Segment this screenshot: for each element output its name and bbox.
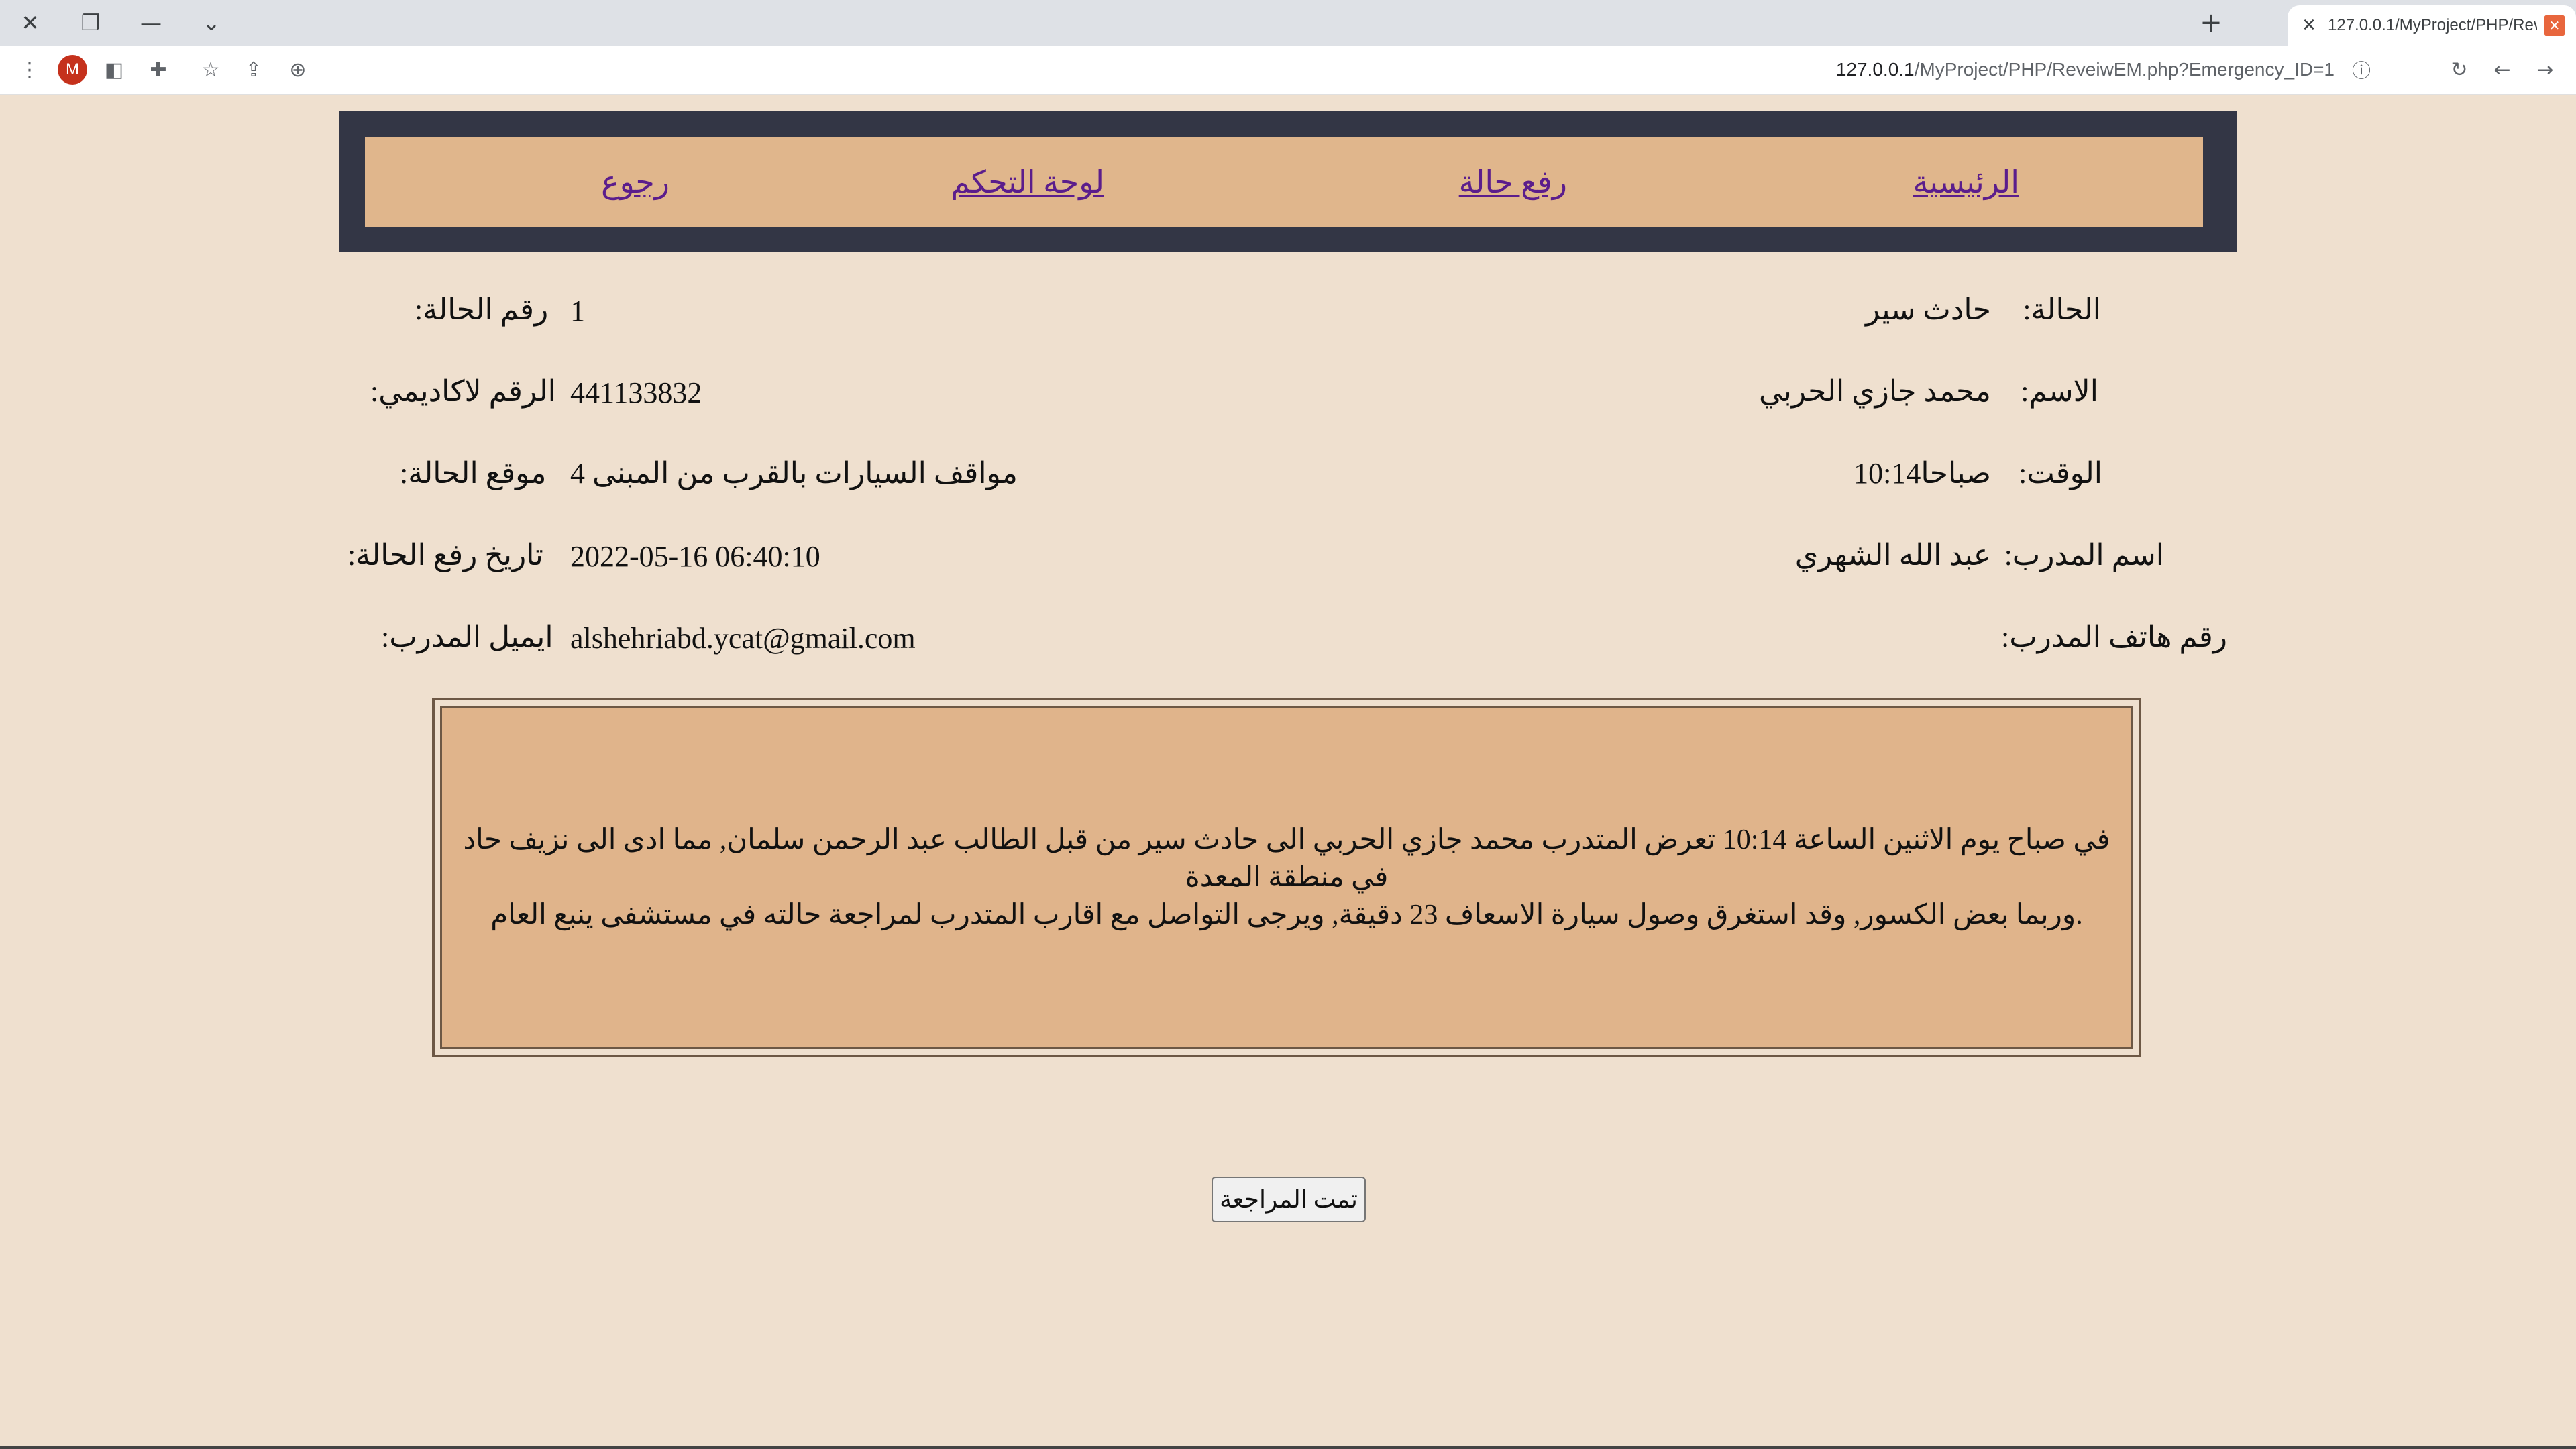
- trainer-email-label: :ايميل المدرب: [381, 621, 553, 653]
- case-number-value: 1: [570, 294, 585, 327]
- report-inner: في صباح يوم الاثنين الساعة 10:14 تعرض ال…: [440, 706, 2133, 1049]
- browser-tab[interactable]: ✕ 127.0.0.1/MyProject/PHP/ReveiwEM ✕: [2288, 5, 2576, 46]
- trainer-name-label: اسم المدرب:: [2004, 539, 2164, 572]
- bookmark-star-icon[interactable]: ☆: [195, 54, 227, 86]
- status-label: الحالة:: [2023, 293, 2101, 326]
- raised-date-value: 2022-05-16 06:40:10: [570, 540, 820, 573]
- reviewed-button[interactable]: تمت المراجعة: [1212, 1177, 1366, 1222]
- share-icon[interactable]: ⇪: [237, 54, 270, 86]
- academic-number-label: :الرقم لاكاديمي: [370, 375, 556, 408]
- window-restore-icon[interactable]: ❐: [60, 0, 121, 46]
- report-line-1: في صباح يوم الاثنين الساعة 10:14 تعرض ال…: [463, 824, 2110, 893]
- time-value: صباحا10:14: [1854, 457, 1991, 490]
- status-value: حادث سير: [1865, 293, 1991, 326]
- extensions-icon[interactable]: ✚: [142, 54, 174, 86]
- navbar-inner: الرئيسية رفع حالة لوحة التحكم رجوع: [365, 137, 2203, 227]
- trainer-name-value: عبد الله الشهري: [1794, 539, 1991, 572]
- case-number-label: :رقم الحالة: [415, 293, 549, 326]
- trainer-email-value: alshehriabd.ycat@gmail.com: [570, 622, 916, 655]
- browser-tabstrip: ✕ ❐ — ⌄ + ✕ 127.0.0.1/MyProject/PHP/Reve…: [0, 0, 2576, 46]
- tab-title: 127.0.0.1/MyProject/PHP/ReveiwEM: [2328, 16, 2537, 34]
- back-icon[interactable]: ←: [2486, 54, 2518, 86]
- nav-link-home[interactable]: الرئيسية: [1913, 164, 2019, 200]
- tab-favicon-icon: ✕: [2544, 15, 2565, 36]
- site-info-icon[interactable]: ⓘ: [2348, 56, 2375, 83]
- time-label: الوقت:: [2019, 457, 2102, 490]
- name-value: محمد جازي الحربي: [1758, 375, 1991, 408]
- location-value: مواقف السيارات بالقرب من المبنى 4: [570, 457, 1018, 490]
- navbar: الرئيسية رفع حالة لوحة التحكم رجوع: [339, 111, 2237, 252]
- tab-close-icon[interactable]: ✕: [2296, 15, 2322, 36]
- reload-icon[interactable]: ↻: [2443, 54, 2475, 86]
- report-text: في صباح يوم الاثنين الساعة 10:14 تعرض ال…: [442, 821, 2131, 934]
- zoom-icon[interactable]: ⊕: [282, 54, 314, 86]
- sidebar-icon[interactable]: ◧: [98, 54, 130, 86]
- report-line-2: .وربما بعض الكسور, وقد استغرق وصول سيارة…: [490, 900, 2083, 930]
- tab-search-chevron-icon[interactable]: ⌄: [181, 0, 241, 46]
- nav-link-raise-case[interactable]: رفع حالة: [1459, 164, 1567, 200]
- address-url[interactable]: 127.0.0.1/MyProject/PHP/ReveiwEM.php?Eme…: [1836, 59, 2334, 80]
- url-path: /MyProject/PHP/ReveiwEM.php?Emergency_ID…: [1914, 59, 2334, 80]
- url-host: 127.0.0.1: [1835, 59, 1915, 80]
- forward-icon[interactable]: →: [2529, 54, 2561, 86]
- raised-date-label: :تاريخ رفع الحالة: [347, 539, 543, 572]
- browser-menu-icon[interactable]: ⋮: [13, 54, 46, 86]
- bottom-border: [0, 1446, 2576, 1449]
- profile-avatar[interactable]: M: [58, 55, 87, 85]
- address-bar[interactable]: 127.0.0.1/MyProject/PHP/ReveiwEM.php?Eme…: [322, 52, 2402, 87]
- location-label: :موقع الحالة: [400, 457, 547, 490]
- window-close-icon[interactable]: ✕: [0, 0, 60, 46]
- new-tab-button[interactable]: +: [2184, 0, 2238, 46]
- nav-link-dashboard[interactable]: لوحة التحكم: [951, 164, 1104, 200]
- nav-link-back[interactable]: رجوع: [601, 164, 669, 200]
- window-minimize-icon[interactable]: —: [121, 0, 181, 46]
- report-box: في صباح يوم الاثنين الساعة 10:14 تعرض ال…: [432, 698, 2141, 1057]
- academic-number-value: 441133832: [570, 376, 702, 409]
- name-label: الاسم:: [2021, 375, 2098, 408]
- trainer-phone-label: رقم هاتف المدرب:: [2000, 621, 2227, 653]
